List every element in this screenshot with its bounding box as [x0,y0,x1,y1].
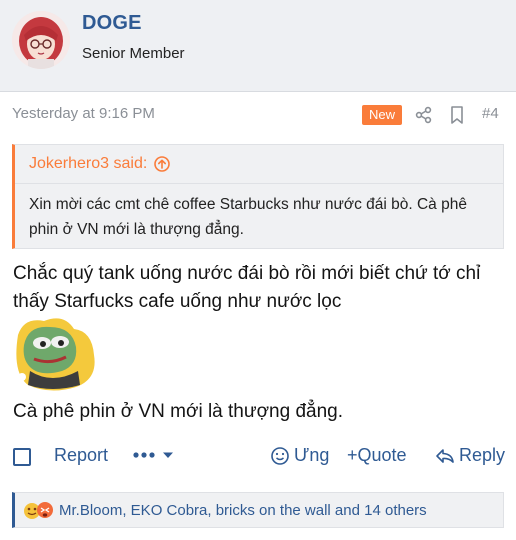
smiley-icon [271,446,289,465]
quote-label: +Quote [347,445,407,465]
reaction-emojis-icon [24,502,53,519]
post-actions: Report Ưng +Quote Reply [0,440,516,476]
quote-button[interactable]: +Quote [347,445,407,466]
react-button[interactable]: Ưng [270,445,329,466]
avatar[interactable] [12,11,70,69]
report-label: Report [54,445,109,465]
quote-divider [15,183,503,184]
report-button[interactable]: Report [54,445,108,466]
reaction-users[interactable]: Mr.Bloom, EKO Cobra, bricks on the wall … [59,502,427,519]
select-checkbox[interactable] [13,448,31,466]
user-header: DOGE Senior Member [0,0,516,92]
bookmark-icon[interactable] [446,104,468,126]
arrow-up-circle-icon[interactable] [153,155,171,173]
pepe-sticker [14,315,98,391]
username[interactable]: DOGE [82,12,142,35]
quote-text: Xin mời các cmt chê coffee Starbucks như… [29,196,467,238]
reply-label: Reply [459,445,506,465]
quote-block: Jokerhero3 said: Xin mời các cmt chê cof… [12,144,504,249]
reply-button[interactable]: Reply [435,445,505,466]
new-badge: New [362,105,402,125]
user-title: Senior Member [82,45,185,62]
message-text: Chắc quý tank uống nước đái bò rồi mới b… [13,263,481,312]
share-icon[interactable] [413,104,435,126]
avatar-image [12,11,70,69]
reactions-bar[interactable]: Mr.Bloom, EKO Cobra, bricks on the wall … [12,492,504,528]
quote-author[interactable]: Jokerhero3 said: [29,155,147,173]
more-dots-icon [133,452,173,458]
more-options-button[interactable] [132,445,176,465]
post-number[interactable]: #4 [482,105,499,122]
message-text-2: Cà phê phin ở VN mới là thượng đẳng. [13,401,343,422]
quote-header[interactable]: Jokerhero3 said: [29,155,171,173]
react-label: Ưng [294,445,330,465]
post-date[interactable]: Yesterday at 9:16 PM [12,105,155,122]
post-meta: Yesterday at 9:16 PM New #4 [0,92,516,138]
reply-arrow-icon [436,448,454,463]
